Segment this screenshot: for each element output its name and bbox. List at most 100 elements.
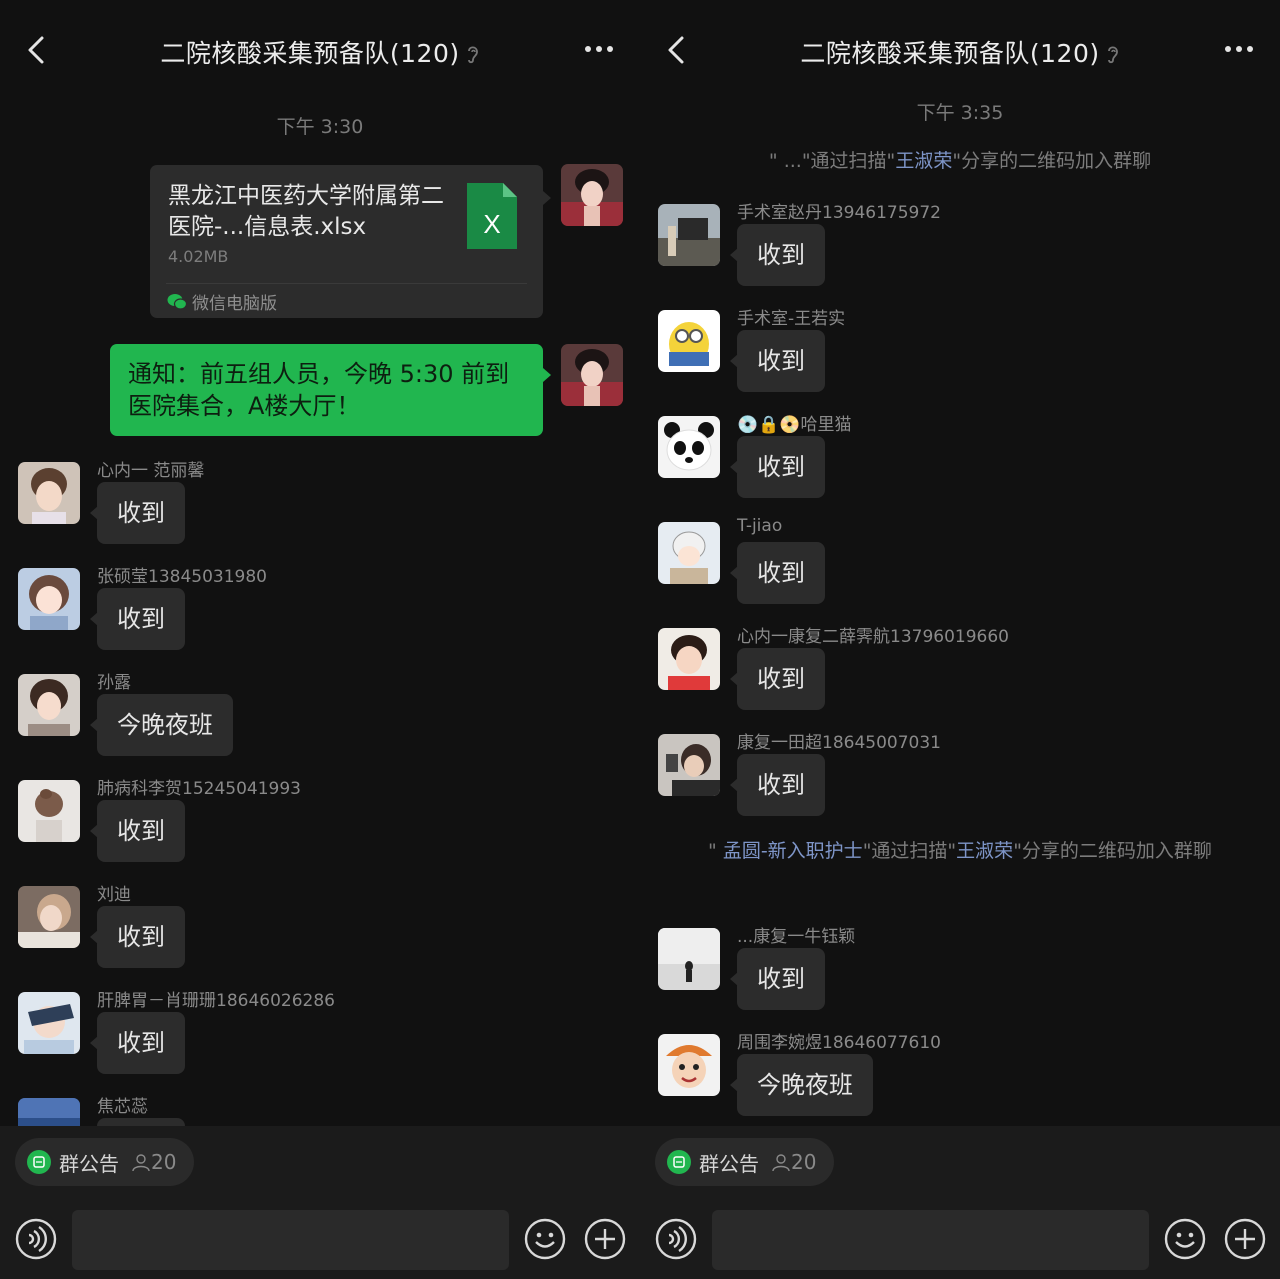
message-bubble[interactable]: 收到 xyxy=(90,1012,185,1074)
avatar[interactable] xyxy=(561,344,623,406)
sender-name: 孙露 xyxy=(97,673,131,693)
avatar[interactable] xyxy=(658,734,720,796)
notice-icon xyxy=(667,1150,691,1174)
plus-icon[interactable] xyxy=(584,1218,626,1260)
message-input[interactable] xyxy=(72,1210,509,1270)
user-link[interactable]: 王淑荣 xyxy=(956,840,1013,862)
more-icon[interactable] xyxy=(1224,40,1254,58)
avatar[interactable] xyxy=(658,522,720,584)
message-bubble[interactable]: 收到 xyxy=(730,224,825,286)
system-text: "分享的二维码加入群聊 xyxy=(952,150,1152,172)
excel-file-icon: X xyxy=(467,183,517,249)
voice-icon[interactable] xyxy=(15,1218,57,1260)
avatar[interactable] xyxy=(18,568,80,630)
sender-name: 心内一康复二薛霁航13796019660 xyxy=(737,627,1009,647)
file-name: 黑龙江中医药大学附属第二医院-...信息表.xlsx xyxy=(168,183,444,240)
chat-title: 二院核酸采集预备队(120) xyxy=(640,34,1280,70)
member-count-value: 20 xyxy=(791,1150,817,1174)
avatar[interactable] xyxy=(18,674,80,736)
message-bubble[interactable]: 收到 xyxy=(90,800,185,862)
sender-name: 焦芯蕊 xyxy=(97,1097,148,1117)
timestamp: 下午 3:35 xyxy=(916,102,1004,124)
ear-icon xyxy=(467,46,478,64)
member-count-value: 20 xyxy=(151,1150,177,1174)
timestamp: 下午 3:30 xyxy=(276,116,364,138)
more-icon[interactable] xyxy=(584,40,614,58)
message-bubble[interactable]: 收到 xyxy=(730,542,825,604)
chat-title-text: 二院核酸采集预备队(120) xyxy=(800,39,1100,68)
nav-bar: 二院核酸采集预备队(120) xyxy=(0,0,640,100)
group-notice-chip[interactable]: 群公告 20 xyxy=(655,1138,835,1186)
message-input[interactable] xyxy=(712,1210,1149,1270)
file-message[interactable]: 黑龙江中医药大学附属第二医院-...信息表.xlsx 4.02MB X 微信电脑… xyxy=(150,165,551,318)
chat-panel-right: 二院核酸采集预备队(120) 下午 3:35 " ..."通过扫描"王淑荣"分享… xyxy=(640,0,1280,1279)
system-text: "通过扫描" xyxy=(862,840,957,862)
sender-name: 康复一田超18645007031 xyxy=(737,733,941,753)
system-message: " 孟圆-新入职护士"通过扫描"王淑荣"分享的二维码加入群聊 xyxy=(680,834,1240,868)
sender-name: 💿🔒📀哈里猫 xyxy=(737,415,852,435)
message-bubble[interactable]: 收到 xyxy=(90,588,185,650)
system-text: "分享的二维码加入群聊 xyxy=(1013,840,1212,862)
excel-icon-label: X xyxy=(483,209,500,239)
system-text: " ..."通过扫描" xyxy=(768,150,896,172)
message-bubble[interactable]: 收到 xyxy=(730,948,825,1010)
avatar[interactable] xyxy=(658,416,720,478)
chat-title-text: 二院核酸采集预备队(120) xyxy=(160,39,460,68)
chat-panel-left: 二院核酸采集预备队(120) 下午 3:30 黑龙江中医药大学附属第二医院-..… xyxy=(0,0,640,1279)
message-bubble[interactable]: 收到 xyxy=(90,482,185,544)
user-link[interactable]: 王淑荣 xyxy=(895,150,952,172)
screenshot-stage: 二院核酸采集预备队(120) 下午 3:30 黑龙江中医药大学附属第二医院-..… xyxy=(0,0,1280,1279)
voice-icon[interactable] xyxy=(655,1218,697,1260)
avatar[interactable] xyxy=(658,1034,720,1096)
person-icon xyxy=(132,1154,150,1172)
avatar[interactable] xyxy=(658,204,720,266)
sender-name: 肺病科李贺15245041993 xyxy=(97,779,301,799)
avatar[interactable] xyxy=(18,462,80,524)
chat-title: 二院核酸采集预备队(120) xyxy=(0,34,640,70)
system-message: " ..."通过扫描"王淑荣"分享的二维码加入群聊 xyxy=(680,144,1240,178)
sender-name: ...康复一牛钰颖 xyxy=(737,927,856,947)
ear-icon xyxy=(1107,46,1118,64)
sender-name: 周围李婉煜18646077610 xyxy=(737,1033,941,1053)
sender-name: T-jiao xyxy=(737,516,783,536)
member-count: 20 xyxy=(771,1150,816,1174)
avatar[interactable] xyxy=(18,886,80,948)
system-text: " xyxy=(708,840,723,862)
plus-icon[interactable] xyxy=(1224,1218,1266,1260)
bottom-bar: 群公告 20 xyxy=(0,1126,640,1279)
message-bubble[interactable]: 收到 xyxy=(730,754,825,816)
avatar[interactable] xyxy=(658,628,720,690)
person-icon xyxy=(772,1154,790,1172)
message-bubble[interactable]: 今晚夜班 xyxy=(90,694,233,756)
sender-name: 刘迪 xyxy=(97,885,131,905)
message-bubble[interactable]: 收到 xyxy=(730,648,825,710)
sender-name: 手术室赵丹13946175972 xyxy=(737,203,941,223)
sender-name: 肝脾胃－肖珊珊18646026286 xyxy=(97,991,335,1011)
avatar[interactable] xyxy=(658,310,720,372)
avatar[interactable] xyxy=(18,992,80,1054)
message-bubble[interactable]: 收到 xyxy=(730,330,825,392)
notice-message[interactable]: 通知：前五组人员，今晚 5:30 前到医院集合，A楼大厅！ xyxy=(110,344,551,436)
group-notice-chip[interactable]: 群公告 20 xyxy=(15,1138,195,1186)
member-count: 20 xyxy=(131,1150,176,1174)
avatar[interactable] xyxy=(18,780,80,842)
notice-icon xyxy=(27,1150,51,1174)
wechat-icon xyxy=(167,294,187,310)
group-notice-label: 群公告 xyxy=(59,1151,119,1176)
user-link[interactable]: 孟圆-新入职护士 xyxy=(723,840,863,862)
sender-name: 手术室-王若实 xyxy=(737,309,846,329)
message-bubble[interactable]: 收到 xyxy=(730,436,825,498)
emoji-icon[interactable] xyxy=(524,1218,566,1260)
sender-name: 张硕莹13845031980 xyxy=(97,567,267,587)
nav-bar: 二院核酸采集预备队(120) xyxy=(640,0,1280,100)
sender-name: 心内一 范丽馨 xyxy=(97,461,205,481)
emoji-icon[interactable] xyxy=(1164,1218,1206,1260)
message-bubble[interactable]: 今晚夜班 xyxy=(730,1054,873,1116)
avatar[interactable] xyxy=(658,928,720,990)
message-bubble[interactable]: 收到 xyxy=(90,906,185,968)
file-size: 4.02MB xyxy=(168,247,229,266)
bottom-bar: 群公告 20 xyxy=(640,1126,1280,1279)
group-notice-label: 群公告 xyxy=(699,1151,759,1176)
avatar[interactable] xyxy=(561,164,623,226)
file-divider xyxy=(166,283,527,284)
